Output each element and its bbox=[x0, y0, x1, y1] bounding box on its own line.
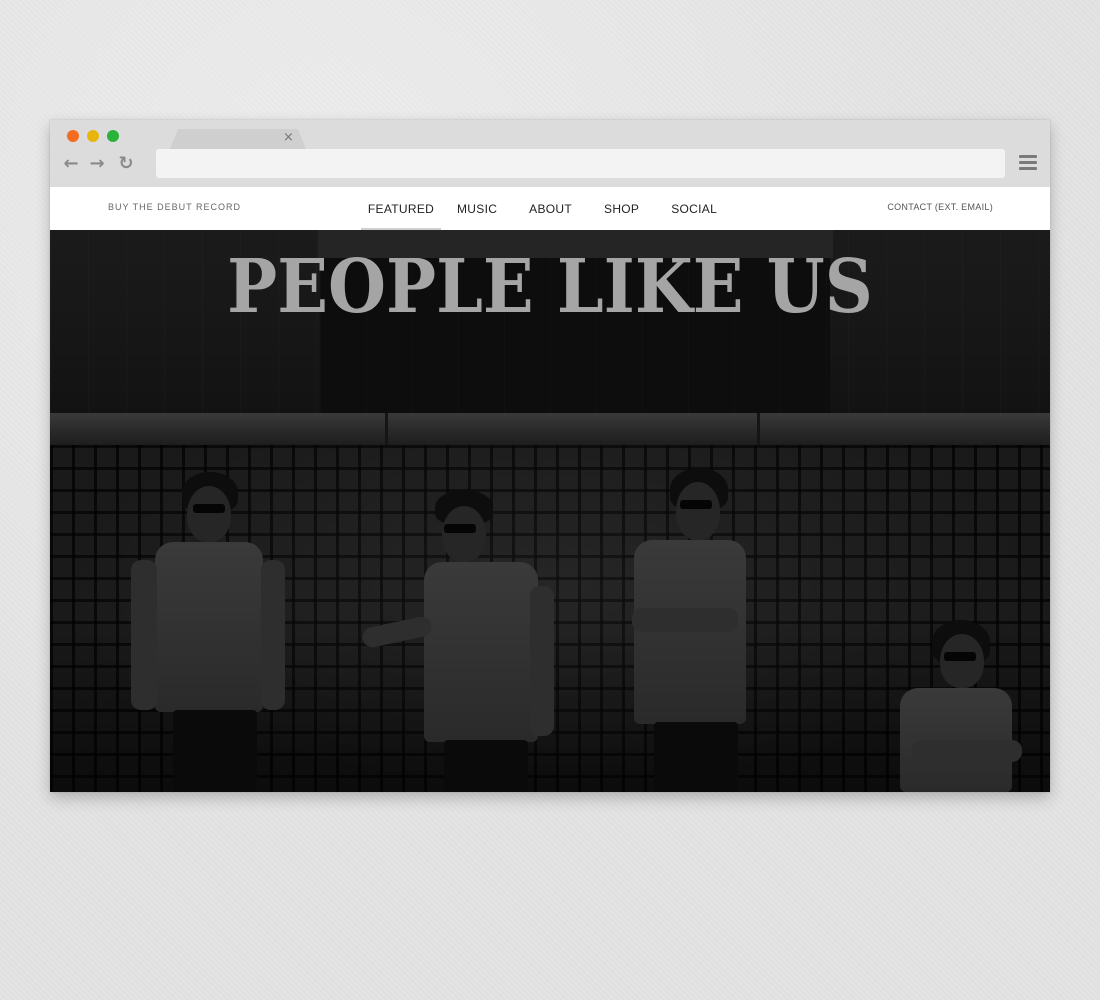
minimize-window-button[interactable] bbox=[87, 130, 99, 142]
maximize-window-button[interactable] bbox=[107, 130, 119, 142]
site-navbar: BUY THE DEBUT RECORD FEATURED MUSIC ABOU… bbox=[50, 187, 1050, 230]
band-title: PEOPLE LIKE US bbox=[227, 244, 873, 330]
browser-chrome: × ← → ↻ bbox=[50, 120, 1050, 187]
back-arrow-icon[interactable]: ← bbox=[62, 153, 80, 175]
tab-close-icon[interactable]: × bbox=[283, 131, 294, 145]
address-bar[interactable] bbox=[156, 149, 1005, 178]
main-nav: FEATURED MUSIC ABOUT SHOP SOCIAL bbox=[361, 187, 733, 230]
nav-link-featured[interactable]: FEATURED bbox=[361, 187, 441, 230]
browser-window: × ← → ↻ BUY THE DEBUT RECORD FEATURED MU… bbox=[50, 120, 1050, 792]
nav-link-music[interactable]: MUSIC bbox=[441, 187, 513, 230]
hero-ledge bbox=[50, 413, 1050, 445]
hamburger-menu-icon[interactable] bbox=[1019, 155, 1037, 171]
band-member-figure bbox=[892, 620, 1032, 792]
band-member-figure bbox=[125, 470, 285, 792]
nav-link-about[interactable]: ABOUT bbox=[513, 187, 588, 230]
contact-link[interactable]: CONTACT (EXT. EMAIL) bbox=[887, 202, 993, 212]
hero-banner: PEOPLE LIKE US bbox=[50, 230, 1050, 792]
forward-arrow-icon[interactable]: → bbox=[88, 153, 106, 175]
buy-debut-record-link[interactable]: BUY THE DEBUT RECORD bbox=[108, 202, 241, 212]
band-member-figure bbox=[352, 490, 554, 792]
nav-link-shop[interactable]: SHOP bbox=[588, 187, 655, 230]
band-member-figure bbox=[622, 466, 772, 792]
close-window-button[interactable] bbox=[67, 130, 79, 142]
ledge-seam bbox=[385, 413, 388, 445]
nav-link-social[interactable]: SOCIAL bbox=[655, 187, 733, 230]
ledge-seam bbox=[757, 413, 760, 445]
reload-icon[interactable]: ↻ bbox=[117, 153, 135, 175]
